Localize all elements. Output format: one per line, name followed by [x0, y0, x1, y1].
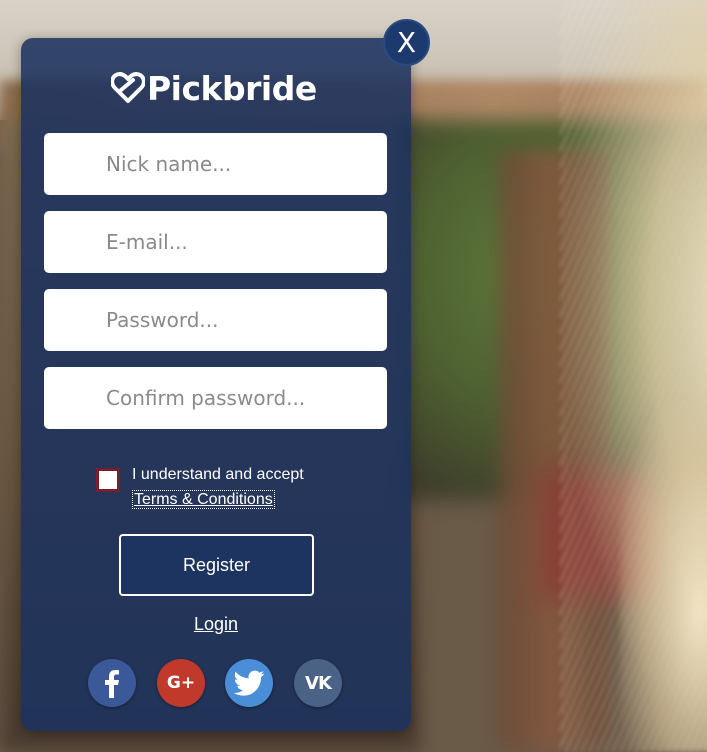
- confirm-password-input[interactable]: [44, 367, 387, 429]
- terms-label: I understand and accept Terms & Conditio…: [132, 462, 304, 512]
- password-input[interactable]: [44, 289, 387, 351]
- email-input[interactable]: [44, 211, 387, 273]
- close-button[interactable]: X: [383, 19, 430, 66]
- terms-agreement: I understand and accept Terms & Conditio…: [96, 466, 356, 518]
- vk-icon[interactable]: VK: [294, 659, 342, 707]
- facebook-icon[interactable]: [88, 659, 136, 707]
- brand-name: Pickbride: [147, 68, 317, 108]
- register-modal: Pickbride I understand and accept Terms …: [21, 38, 411, 731]
- terms-text: I understand and accept: [132, 466, 304, 483]
- twitter-icon[interactable]: [225, 659, 273, 707]
- terms-link[interactable]: Terms & Conditions: [132, 490, 275, 509]
- google-plus-icon[interactable]: G+: [157, 659, 205, 707]
- nickname-input[interactable]: [44, 133, 387, 195]
- register-button[interactable]: Register: [119, 534, 314, 596]
- heart-logo-icon: [111, 72, 145, 103]
- login-link[interactable]: Login: [21, 614, 411, 635]
- brand-logo: Pickbride: [111, 68, 321, 108]
- social-login: G+ VK: [88, 659, 348, 709]
- terms-checkbox[interactable]: [96, 468, 120, 492]
